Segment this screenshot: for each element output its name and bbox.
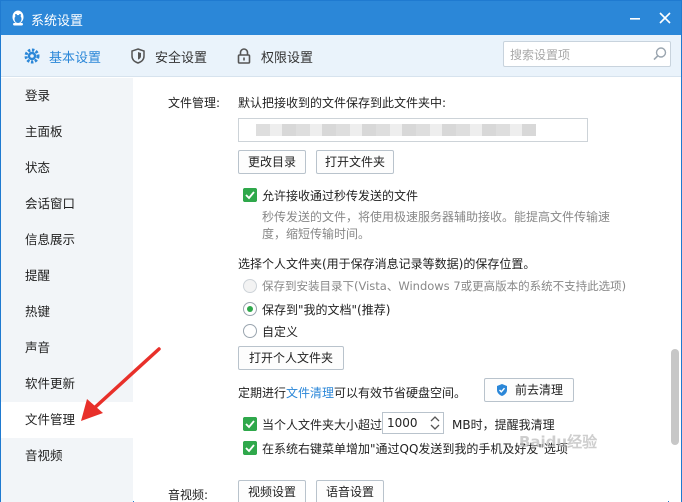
search-box[interactable] xyxy=(503,41,671,67)
section-label-audio-video: 音视频: xyxy=(168,488,209,502)
lock-icon xyxy=(237,48,251,64)
video-settings-button[interactable]: 视频设置 xyxy=(238,480,306,502)
audio-settings-button[interactable]: 语音设置 xyxy=(316,480,384,502)
file-cleanup-link[interactable]: 文件清理 xyxy=(286,386,334,400)
cleanup-prefix: 定期进行 xyxy=(238,386,287,400)
blurred-path-text xyxy=(256,124,536,136)
sidebar-item-audio-video[interactable]: 音视频 xyxy=(1,438,133,474)
sidebar-item-status[interactable]: 状态 xyxy=(1,150,133,186)
window-title: 系统设置 xyxy=(31,14,84,29)
context-menu-checkbox[interactable] xyxy=(243,441,257,455)
sidebar-item-login[interactable]: 登录 xyxy=(1,78,133,114)
scrollbar-thumb[interactable] xyxy=(671,349,679,445)
qq-penguin-icon xyxy=(12,10,24,26)
radio-install-directory-label: 保存到安装目录下(Vista、Windows 7或更高版本的系统不支持此选项) xyxy=(262,279,627,293)
open-folder-button[interactable]: 打开文件夹 xyxy=(316,150,394,174)
settings-sidebar: 登录 主面板 状态 会话窗口 信息展示 提醒 热键 声音 软件更新 文件管理 音… xyxy=(1,78,133,502)
close-icon[interactable] xyxy=(655,8,675,28)
size-limit-input[interactable] xyxy=(387,415,425,431)
size-limit-label: 当个人文件夹大小超过 xyxy=(262,418,383,432)
radio-my-documents[interactable] xyxy=(243,302,257,316)
sidebar-item-chat-window[interactable]: 会话窗口 xyxy=(1,186,133,222)
settings-tab-bar: 基本设置 安全设置 权限设置 xyxy=(1,35,681,77)
size-limit-stepper[interactable] xyxy=(382,412,444,434)
shield-icon xyxy=(131,48,145,64)
radio-install-directory[interactable] xyxy=(243,279,257,293)
tab-security-settings[interactable]: 安全设置 xyxy=(129,45,207,67)
open-personal-folder-button[interactable]: 打开个人文件夹 xyxy=(238,346,344,370)
watermark: Baidu经验 xyxy=(519,433,598,451)
tab-permission-settings[interactable]: 权限设置 xyxy=(235,45,313,67)
save-location-description: 默认把接收到的文件保存到此文件夹中: xyxy=(238,96,447,110)
tab-basic-settings[interactable]: 基本设置 xyxy=(23,45,101,67)
annotation-arrow xyxy=(81,347,161,421)
sidebar-item-reminder[interactable]: 提醒 xyxy=(1,258,133,294)
sidebar-item-info-display[interactable]: 信息展示 xyxy=(1,222,133,258)
cleanup-suffix: 可以有效节省硬盘空间。 xyxy=(334,386,467,400)
settings-window: 系统设置 基本设置 安全设置 权限设置 搜索设置项 登录 主面板 状态 会话窗口… xyxy=(0,0,682,502)
tab-label: 基本设置 xyxy=(49,50,102,66)
search-input[interactable] xyxy=(510,46,646,64)
flash-transfer-description-line1: 秒传发送的文件，将使用极速服务器辅助接收。能提高文件传输速 xyxy=(262,210,611,224)
section-label-file-management: 文件管理: xyxy=(168,96,221,110)
shield-check-icon xyxy=(496,384,507,396)
go-clean-label: 前去清理 xyxy=(514,383,563,397)
stepper-up-icon[interactable] xyxy=(429,414,441,423)
sidebar-item-main-panel[interactable]: 主面板 xyxy=(1,114,133,150)
radio-custom[interactable] xyxy=(243,324,257,338)
allow-flash-transfer-checkbox[interactable] xyxy=(243,188,257,202)
title-bar: 系统设置 xyxy=(1,1,681,35)
search-icon[interactable] xyxy=(652,46,668,62)
personal-folder-title: 选择个人文件夹(用于保存消息记录等数据)的保存位置。 xyxy=(238,257,536,271)
change-directory-button[interactable]: 更改目录 xyxy=(238,150,306,174)
tab-label: 安全设置 xyxy=(155,50,208,66)
gear-icon xyxy=(24,48,40,64)
sidebar-item-hotkeys[interactable]: 热键 xyxy=(1,294,133,330)
tab-label: 权限设置 xyxy=(261,50,314,66)
radio-my-documents-label: 保存到"我的文档"(推荐) xyxy=(262,303,391,317)
radio-custom-label: 自定义 xyxy=(262,325,299,339)
flash-transfer-description-line2: 度，缩短传输时间。 xyxy=(262,227,371,241)
go-clean-button[interactable]: 前去清理 xyxy=(484,378,574,402)
size-limit-checkbox[interactable] xyxy=(243,417,257,431)
stepper-down-icon[interactable] xyxy=(429,423,441,432)
cleanup-hint: 定期进行文件清理可以有效节省硬盘空间。 xyxy=(238,384,466,401)
allow-flash-transfer-label: 允许接收通过秒传发送的文件 xyxy=(262,189,419,203)
minimize-icon[interactable] xyxy=(625,8,645,28)
